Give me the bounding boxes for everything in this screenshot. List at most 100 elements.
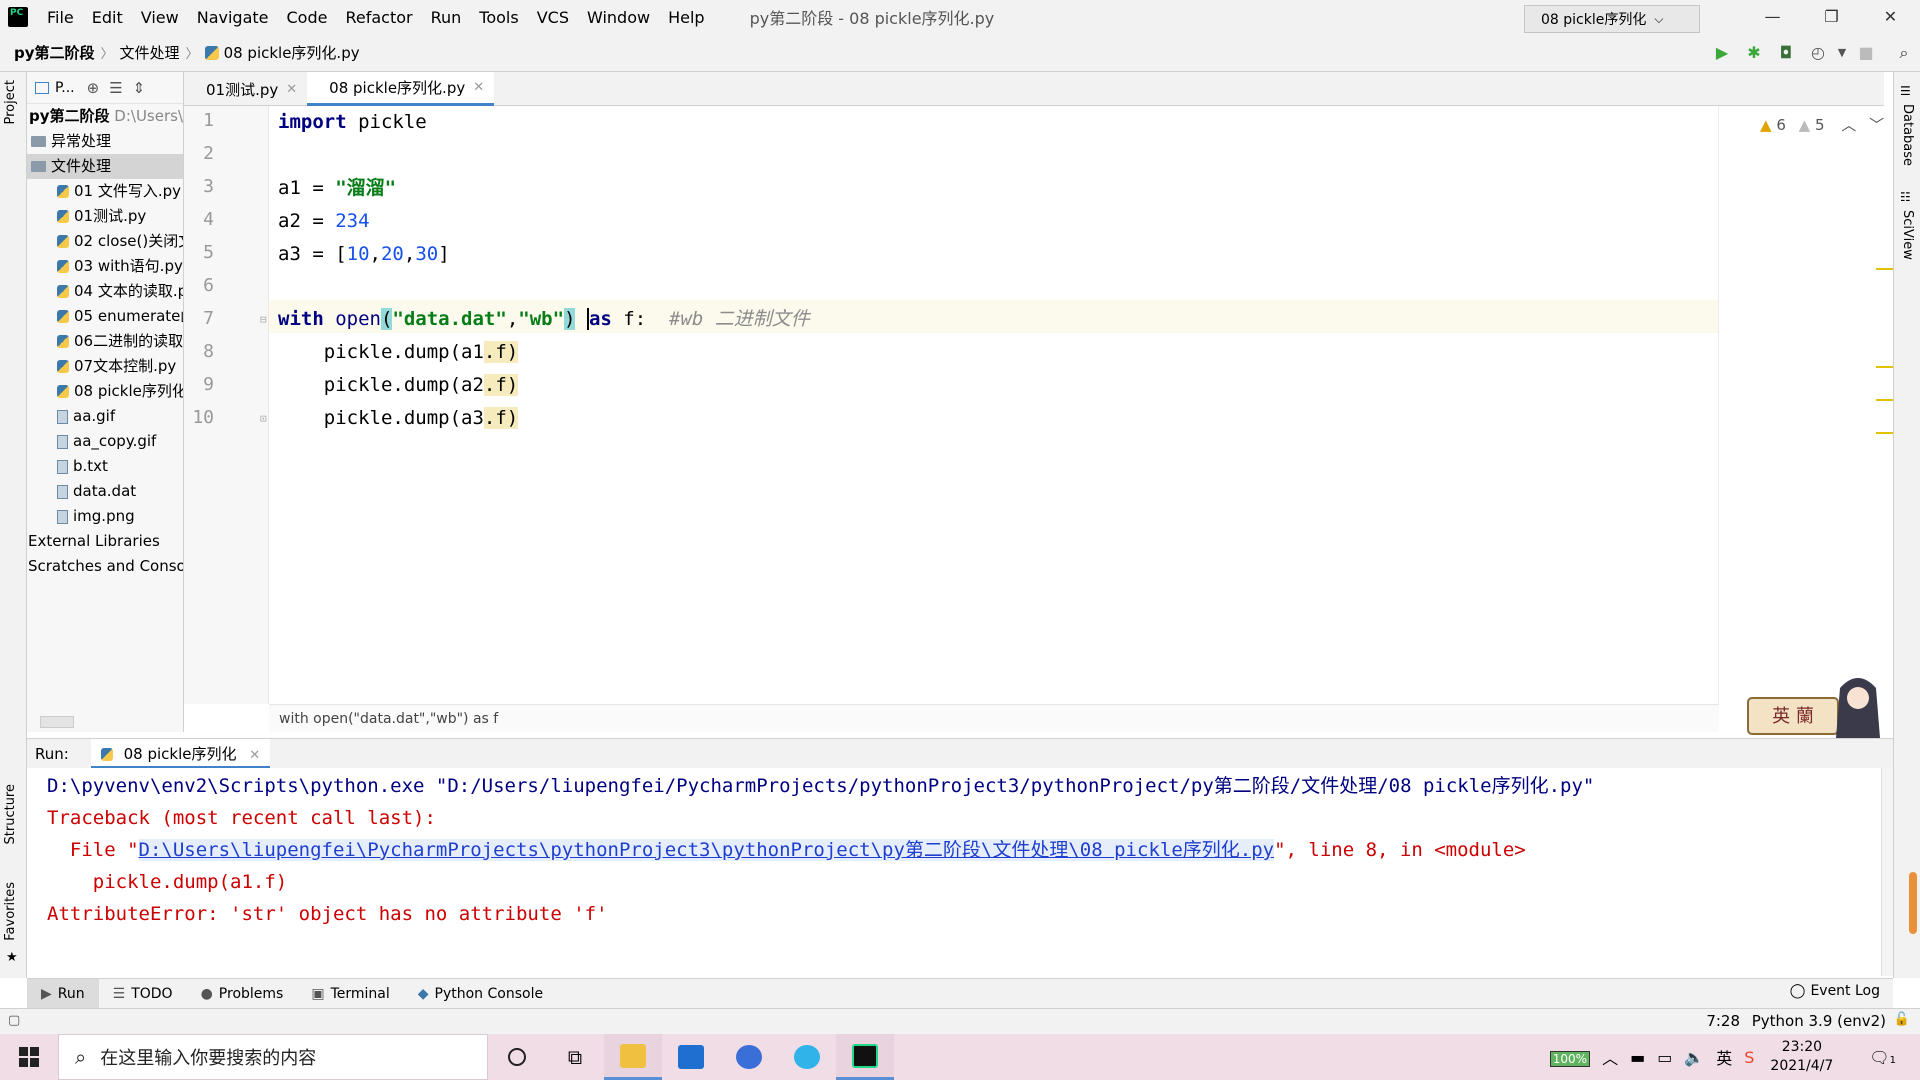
event-log-button[interactable]: ◯ Event Log	[1790, 983, 1880, 999]
tree-file[interactable]: 05 enumerate函	[27, 304, 183, 329]
database-tool-tab[interactable]: Database	[1900, 104, 1915, 166]
console-file-link[interactable]: D:\Users\liupengfei\PycharmProjects\pyth…	[138, 839, 1275, 861]
tree-file[interactable]: aa_copy.gif	[27, 429, 183, 454]
structure-tool-tab[interactable]: Structure	[3, 784, 18, 844]
sciview-tool-tab[interactable]: SciView	[1900, 210, 1915, 260]
battery-indicator[interactable]: 100%	[1549, 1048, 1591, 1067]
tree-scratches[interactable]: Scratches and Consol	[27, 554, 183, 579]
tree-file[interactable]: aa.gif	[27, 404, 183, 429]
menu-vcs[interactable]: VCS	[528, 8, 578, 27]
layout-toggle-icon[interactable]: ▢	[8, 1013, 20, 1028]
tab-08-pickle[interactable]: 08 pickle序列化.py ✕	[307, 72, 495, 106]
menu-edit[interactable]: Edit	[83, 8, 132, 27]
tree-external-libraries[interactable]: External Libraries	[27, 529, 183, 554]
cortana-button[interactable]	[488, 1034, 546, 1080]
sogou-input-icon[interactable]: S	[1744, 1048, 1754, 1067]
coverage-icon[interactable]: ◘	[1775, 42, 1797, 64]
maximize-button[interactable]: ❐	[1802, 0, 1861, 34]
code-editor[interactable]: import pickle a1 = "溜溜" a2 = 234 a3 = [1…	[269, 106, 1719, 704]
tree-file[interactable]: 04 文本的读取.p	[27, 279, 183, 304]
code-breadcrumb[interactable]: with open("data.dat","wb") as f	[269, 704, 1719, 732]
close-icon[interactable]: ✕	[473, 80, 484, 95]
fold-open-icon[interactable]: ⊟	[260, 313, 267, 326]
chevron-down-icon[interactable]: ﹀	[1869, 116, 1884, 134]
ime-indicator[interactable]: 英	[1716, 1045, 1732, 1069]
project-view-select[interactable]: P...	[55, 80, 75, 96]
close-icon[interactable]: ✕	[286, 82, 297, 97]
profile-icon[interactable]: ◴	[1807, 42, 1829, 64]
pycharm-app[interactable]	[836, 1034, 894, 1080]
python-interpreter[interactable]: Python 3.9 (env2)	[1752, 1012, 1886, 1030]
menu-help[interactable]: Help	[659, 8, 713, 27]
debug-icon[interactable]: ✱	[1743, 42, 1765, 64]
stop-icon[interactable]: ■	[1855, 42, 1877, 64]
project-horizontal-scrollbar[interactable]	[40, 716, 74, 728]
tree-file[interactable]: 02 close()关闭文	[27, 229, 183, 254]
notification-center-button[interactable]: 🗨1	[1869, 1048, 1896, 1067]
project-tool-tab[interactable]: Project	[3, 80, 18, 124]
taskbar-clock[interactable]: 23:20 2021/4/7	[1770, 1038, 1833, 1076]
power-icon[interactable]: ▬	[1630, 1048, 1645, 1067]
tree-file[interactable]: 01测试.py	[27, 204, 183, 229]
menu-refactor[interactable]: Refactor	[336, 8, 421, 27]
close-icon[interactable]: ✕	[249, 748, 260, 763]
edge-browser-app[interactable]	[778, 1034, 836, 1080]
tree-folder-selected[interactable]: 文件处理	[27, 154, 183, 179]
tool-tab-todo[interactable]: ☰ TODO	[99, 979, 187, 1009]
volume-icon[interactable]: 🔈	[1684, 1048, 1704, 1067]
menu-tools[interactable]: Tools	[470, 8, 527, 27]
error-stripe-mark[interactable]	[1876, 432, 1893, 434]
mail-app[interactable]	[662, 1034, 720, 1080]
chevron-down-icon[interactable]: ▼	[1831, 42, 1853, 64]
run-configuration-select[interactable]: 08 pickle序列化 ⌵	[1524, 5, 1700, 33]
network-icon[interactable]: ▭	[1657, 1048, 1672, 1067]
menu-window[interactable]: Window	[578, 8, 659, 27]
run-icon[interactable]: ▶	[1711, 42, 1733, 64]
start-button[interactable]	[0, 1034, 58, 1080]
tool-tab-terminal[interactable]: ▣ Terminal	[297, 979, 403, 1009]
favorites-tool-tab[interactable]: Favorites	[3, 882, 18, 941]
error-stripe-mark[interactable]	[1876, 399, 1893, 401]
tool-tab-problems[interactable]: ● Problems	[187, 979, 298, 1009]
console-scrollbar-thumb[interactable]	[1909, 872, 1917, 934]
tree-root[interactable]: py第二阶段 D:\Users\l	[27, 104, 183, 129]
menu-navigate[interactable]: Navigate	[188, 8, 278, 27]
caret-position[interactable]: 7:28	[1706, 1012, 1740, 1030]
tool-tab-run[interactable]: ▶ Run	[27, 978, 99, 1009]
menu-code[interactable]: Code	[278, 8, 337, 27]
tree-file[interactable]: 03 with语句.py	[27, 254, 183, 279]
menu-run[interactable]: Run	[422, 8, 471, 27]
menu-file[interactable]: File	[38, 8, 83, 27]
tool-tab-python-console[interactable]: ◆ Python Console	[404, 979, 557, 1009]
tree-file[interactable]: b.txt	[27, 454, 183, 479]
l-app[interactable]	[720, 1034, 778, 1080]
run-tab[interactable]: 08 pickle序列化 ✕	[90, 738, 271, 769]
project-toolbar-icons[interactable]: ⊕☰⇕	[87, 79, 156, 97]
lock-icon[interactable]: 🔓	[1894, 1012, 1910, 1027]
tree-file[interactable]: 06二进制的读取	[27, 329, 183, 354]
close-button[interactable]: ✕	[1861, 0, 1920, 34]
fold-end-icon[interactable]: ⊡	[260, 412, 267, 425]
minimize-button[interactable]: —	[1743, 0, 1802, 34]
error-stripe-mark[interactable]	[1876, 366, 1893, 368]
tree-file[interactable]: 08 pickle序列化	[27, 379, 183, 404]
menu-view[interactable]: View	[132, 8, 188, 27]
breadcrumb-folder[interactable]: 文件处理	[120, 42, 180, 63]
tab-01-test[interactable]: 01测试.py ✕	[184, 72, 307, 106]
tree-file[interactable]: img.png	[27, 504, 183, 529]
error-stripe-mark[interactable]	[1876, 268, 1893, 270]
task-view-button[interactable]: ⧉	[546, 1034, 604, 1080]
file-explorer-app[interactable]	[604, 1034, 662, 1080]
run-console[interactable]: D:\pyvenv\env2\Scripts\python.exe "D:/Us…	[27, 768, 1893, 976]
taskbar-search[interactable]: ⌕ 在这里输入你要搜索的内容	[58, 1034, 488, 1080]
tree-folder[interactable]: 异常处理	[27, 129, 183, 154]
breadcrumb-project[interactable]: py第二阶段	[14, 42, 95, 63]
inspection-widget[interactable]: ▲ 6 ▲ 5 ︿ ﹀	[1760, 114, 1884, 135]
chevron-up-icon[interactable]: ︿	[1602, 1045, 1618, 1069]
search-icon[interactable]: ⌕	[1893, 42, 1915, 64]
chevron-up-icon[interactable]: ︿	[1841, 116, 1856, 134]
tree-file[interactable]: data.dat	[27, 479, 183, 504]
tree-file[interactable]: 01 文件写入.py	[27, 179, 183, 204]
tree-file[interactable]: 07文本控制.py	[27, 354, 183, 379]
breadcrumb-file[interactable]: 08 pickle序列化.py	[224, 42, 360, 63]
